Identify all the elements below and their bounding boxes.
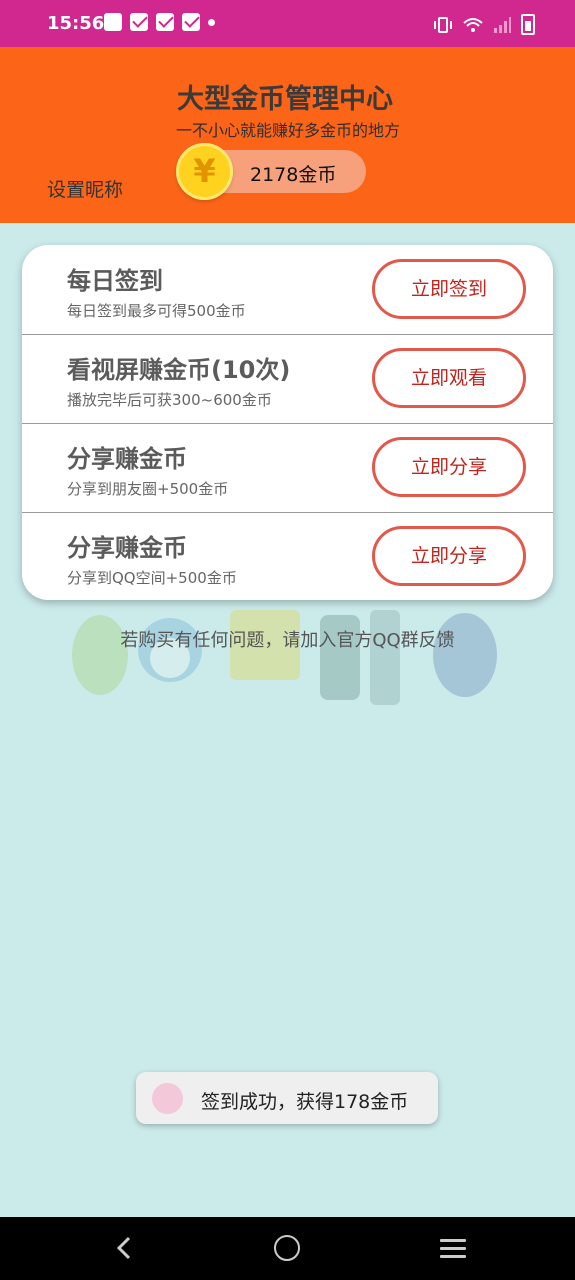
- home-icon[interactable]: [274, 1235, 300, 1261]
- alert-icon: [104, 13, 122, 31]
- coin-icon: ¥: [176, 143, 233, 200]
- task-title: 每日签到: [67, 267, 163, 295]
- app-avatar-icon: [152, 1083, 183, 1114]
- task-row-share-qzone: 分享赚金币 分享到QQ空间+500金币 立即分享: [22, 512, 553, 600]
- task-title: 分享赚金币: [67, 445, 187, 473]
- coin-amount: 2178金币: [250, 164, 337, 186]
- task-row-checkin: 每日签到 每日签到最多可得500金币 立即签到: [22, 245, 553, 335]
- share-moments-button[interactable]: 立即分享: [372, 437, 526, 497]
- wifi-icon: [463, 17, 483, 32]
- task-description: 每日签到最多可得500金币: [67, 302, 246, 320]
- battery-icon: [521, 14, 535, 35]
- task-title: 看视屏赚金币(10次): [67, 356, 291, 384]
- task-card: 每日签到 每日签到最多可得500金币 立即签到 看视屏赚金币(10次) 播放完毕…: [22, 245, 553, 600]
- system-icons: [433, 14, 535, 35]
- feedback-notice: 若购买有任何问题，请加入官方QQ群反馈: [120, 630, 455, 651]
- task-row-video: 看视屏赚金币(10次) 播放完毕后可获300~600金币 立即观看: [22, 334, 553, 424]
- checkin-button[interactable]: 立即签到: [372, 259, 526, 319]
- dot-icon: [208, 18, 215, 26]
- back-icon[interactable]: [112, 1235, 138, 1261]
- toast-text: 签到成功，获得178金币: [201, 1091, 409, 1113]
- status-time: 15:56: [47, 13, 105, 34]
- task-title: 分享赚金币: [67, 534, 187, 562]
- mail-icon: [130, 13, 148, 31]
- task-row-share-moments: 分享赚金币 分享到朋友圈+500金币 立即分享: [22, 423, 553, 513]
- page-subtitle: 一不小心就能赚好多金币的地方: [176, 121, 401, 140]
- vibrate-icon: [434, 16, 452, 33]
- task-description: 播放完毕后可获300~600金币: [67, 391, 272, 409]
- system-nav-bar: [0, 1217, 575, 1280]
- status-bar: 15:56: [0, 0, 575, 47]
- mail-icon: [182, 13, 200, 31]
- cartoon-characters-illustration: [72, 610, 497, 705]
- header: 大型金币管理中心 一不小心就能赚好多金币的地方 设置昵称 2178金币 ¥: [0, 47, 575, 223]
- recent-apps-icon[interactable]: [440, 1239, 466, 1259]
- notification-icons: [104, 13, 215, 31]
- mail-icon: [156, 13, 174, 31]
- watch-video-button[interactable]: 立即观看: [372, 348, 526, 408]
- toast-message: 签到成功，获得178金币: [136, 1072, 438, 1124]
- page-title: 大型金币管理中心: [177, 84, 393, 115]
- signal-icon: [494, 16, 511, 33]
- task-description: 分享到朋友圈+500金币: [67, 480, 229, 498]
- set-nickname-link[interactable]: 设置昵称: [47, 175, 123, 202]
- share-qzone-button[interactable]: 立即分享: [372, 526, 526, 586]
- task-description: 分享到QQ空间+500金币: [67, 569, 237, 587]
